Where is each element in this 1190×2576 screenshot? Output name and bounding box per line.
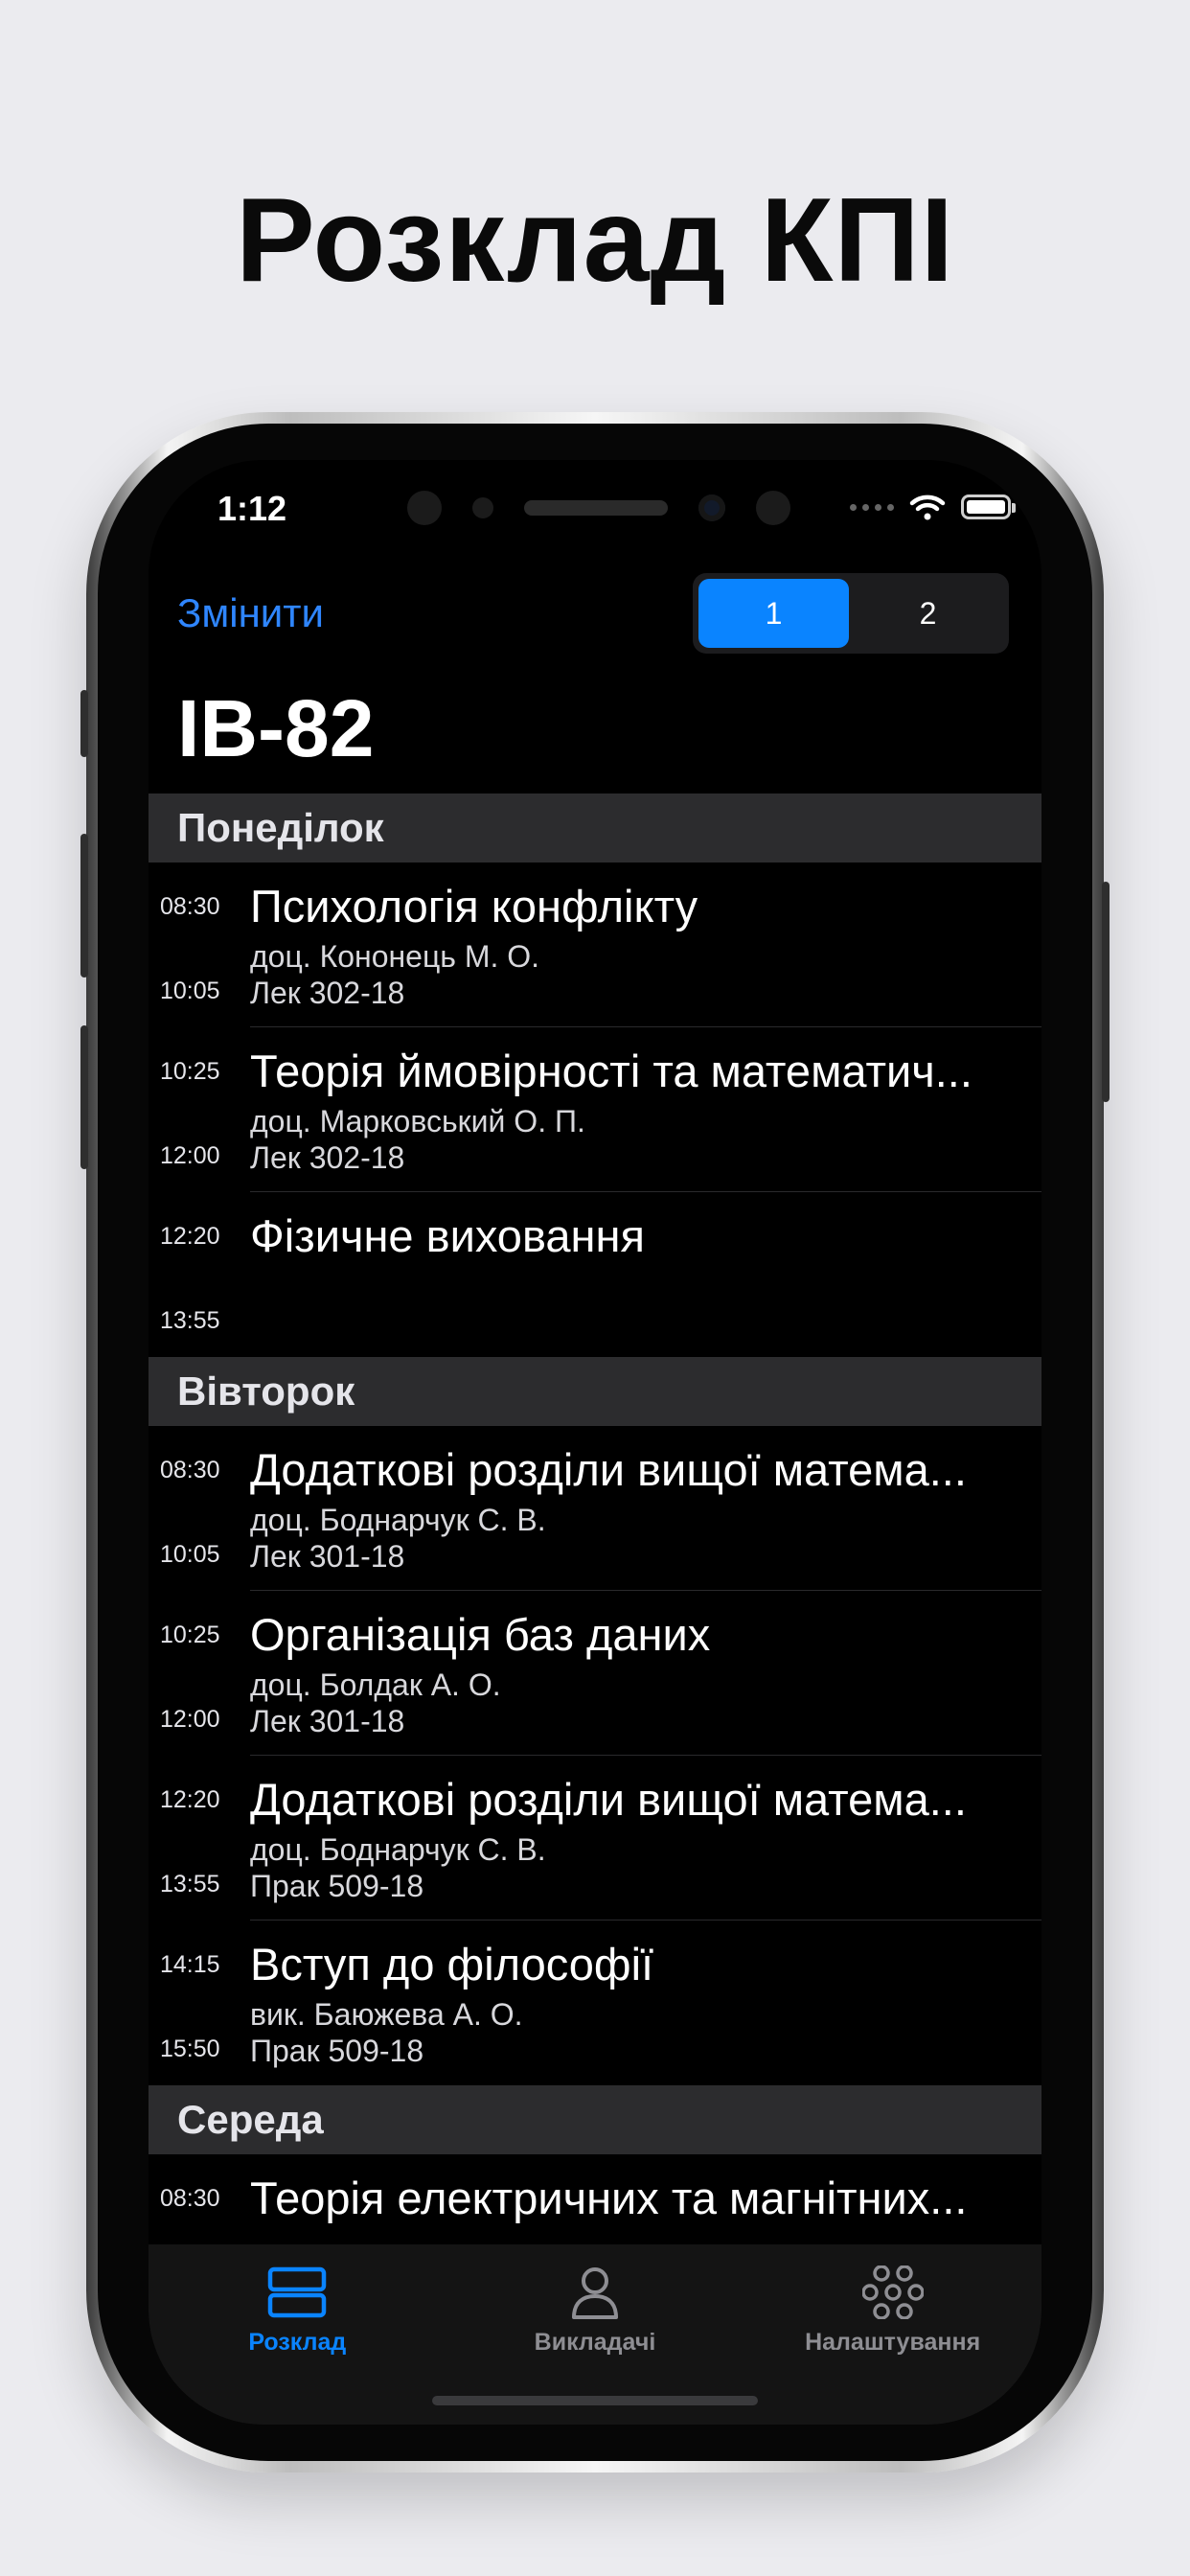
day-header: Вівторок: [149, 1357, 1041, 1426]
volume-down-button: [80, 1025, 88, 1169]
sensor-icon: [407, 491, 442, 525]
status-icons: [850, 493, 1016, 521]
sensor-housing: [407, 481, 790, 535]
day-header: Понеділок: [149, 794, 1041, 862]
lesson-start-time: 08:30: [160, 1457, 220, 1484]
status-time: 1:12: [217, 489, 287, 528]
lesson-start-time: 12:20: [160, 1786, 220, 1813]
page-title: ІВ-82: [177, 683, 375, 773]
lesson-room: Прак 509-18: [250, 2034, 424, 2068]
lesson-end-time: 13:55: [160, 1307, 220, 1334]
lesson-start-time: 10:25: [160, 1058, 220, 1085]
day-header: Середа: [149, 2085, 1041, 2154]
tab-label: Розклад: [248, 2329, 347, 2356]
tab-bar: Розклад Викладачі Налаштування: [149, 2244, 1041, 2425]
tab-schedule[interactable]: Розклад: [182, 2266, 412, 2425]
lesson-teacher: доц. Марковський О. П.: [250, 1104, 585, 1138]
lesson-teacher: вик. Баюжева А. О.: [250, 1997, 523, 2032]
lesson-room: Лек 302-18: [250, 976, 405, 1010]
lesson-teacher: доц. Болдак А. О.: [250, 1668, 501, 1702]
lesson-teacher: доц. Кононець М. О.: [250, 939, 540, 974]
schedule-list[interactable]: Понеділок 08:30 10:05 Психологія конфлік…: [149, 794, 1041, 2319]
lesson-teacher: доц. Боднарчук С. В.: [250, 1832, 546, 1867]
lesson-row[interactable]: 12:20 13:55 Фізичне виховання: [149, 1192, 1041, 1357]
navigation-bar: Змінити 1 2: [177, 573, 1009, 654]
lesson-start-time: 12:20: [160, 1223, 220, 1250]
sensor-icon: [472, 497, 493, 518]
lesson-end-time: 10:05: [160, 978, 220, 1004]
lesson-room: Лек 302-18: [250, 1140, 405, 1175]
week-segmented-control[interactable]: 1 2: [693, 573, 1009, 654]
home-indicator[interactable]: [432, 2396, 758, 2405]
app-screen: 1:12 Змінити 1 2 ІВ-82 Понеділок 08:30 1…: [149, 460, 1041, 2425]
lesson-row[interactable]: 12:20 13:55 Додаткові розділи вищої мате…: [149, 1756, 1041, 1920]
lesson-row[interactable]: 08:30 10:05 Психологія конфлікту доц. Ко…: [149, 862, 1041, 1027]
lesson-teacher: доц. Боднарчук С. В.: [250, 1503, 546, 1537]
volume-up-button: [80, 834, 88, 978]
lesson-room: Лек 301-18: [250, 1539, 405, 1574]
lesson-end-time: 10:05: [160, 1541, 220, 1568]
lesson-row[interactable]: 14:15 15:50 Вступ до філософії вик. Баюж…: [149, 1920, 1041, 2085]
sensor-icon: [756, 491, 790, 525]
wifi-icon: [909, 494, 946, 520]
power-button: [1102, 882, 1110, 1102]
lesson-end-time: 12:00: [160, 1142, 220, 1169]
tab-settings[interactable]: Налаштування: [778, 2266, 1008, 2425]
week-segment-1[interactable]: 1: [698, 579, 849, 648]
lesson-start-time: 08:30: [160, 893, 220, 920]
lesson-row[interactable]: 08:30 10:05 Додаткові розділи вищої мате…: [149, 1426, 1041, 1591]
mute-switch: [80, 690, 88, 757]
tab-label: Налаштування: [805, 2329, 981, 2356]
lesson-room: Прак 509-18: [250, 1869, 424, 1903]
person-icon: [571, 2267, 618, 2319]
lesson-start-time: 10:25: [160, 1622, 220, 1648]
lesson-start-time: 08:30: [160, 2185, 220, 2212]
signal-icon: [850, 503, 894, 511]
lesson-name: Додаткові розділи вищої матема...: [250, 1444, 967, 1495]
week-segment-2[interactable]: 2: [853, 579, 1003, 648]
lesson-name: Теорія ймовірності та математич...: [250, 1046, 973, 1096]
lesson-end-time: 13:55: [160, 1871, 220, 1898]
schedule-icon: [268, 2266, 327, 2318]
camera-icon: [698, 494, 725, 521]
lesson-name: Фізичне виховання: [250, 1210, 645, 1261]
change-group-button[interactable]: Змінити: [177, 590, 324, 636]
lesson-end-time: 12:00: [160, 1706, 220, 1733]
lesson-start-time: 14:15: [160, 1951, 220, 1978]
lesson-name: Додаткові розділи вищої матема...: [250, 1774, 967, 1825]
lesson-name: Організація баз даних: [250, 1609, 711, 1660]
lesson-name: Теорія електричних та магнітних...: [250, 2173, 968, 2223]
battery-icon: [961, 494, 1016, 519]
tab-label: Викладачі: [534, 2329, 656, 2356]
lesson-row[interactable]: 10:25 12:00 Організація баз даних доц. Б…: [149, 1591, 1041, 1756]
lesson-row[interactable]: 10:25 12:00 Теорія ймовірності та матема…: [149, 1027, 1041, 1192]
speaker-grille: [524, 500, 668, 516]
headline: Розклад КПІ: [235, 174, 955, 307]
lesson-name: Вступ до філософії: [250, 1939, 654, 1990]
lesson-end-time: 15:50: [160, 2036, 220, 2062]
lesson-name: Психологія конфлікту: [250, 881, 698, 932]
lesson-room: Лек 301-18: [250, 1704, 405, 1738]
settings-icon: [861, 2266, 924, 2319]
